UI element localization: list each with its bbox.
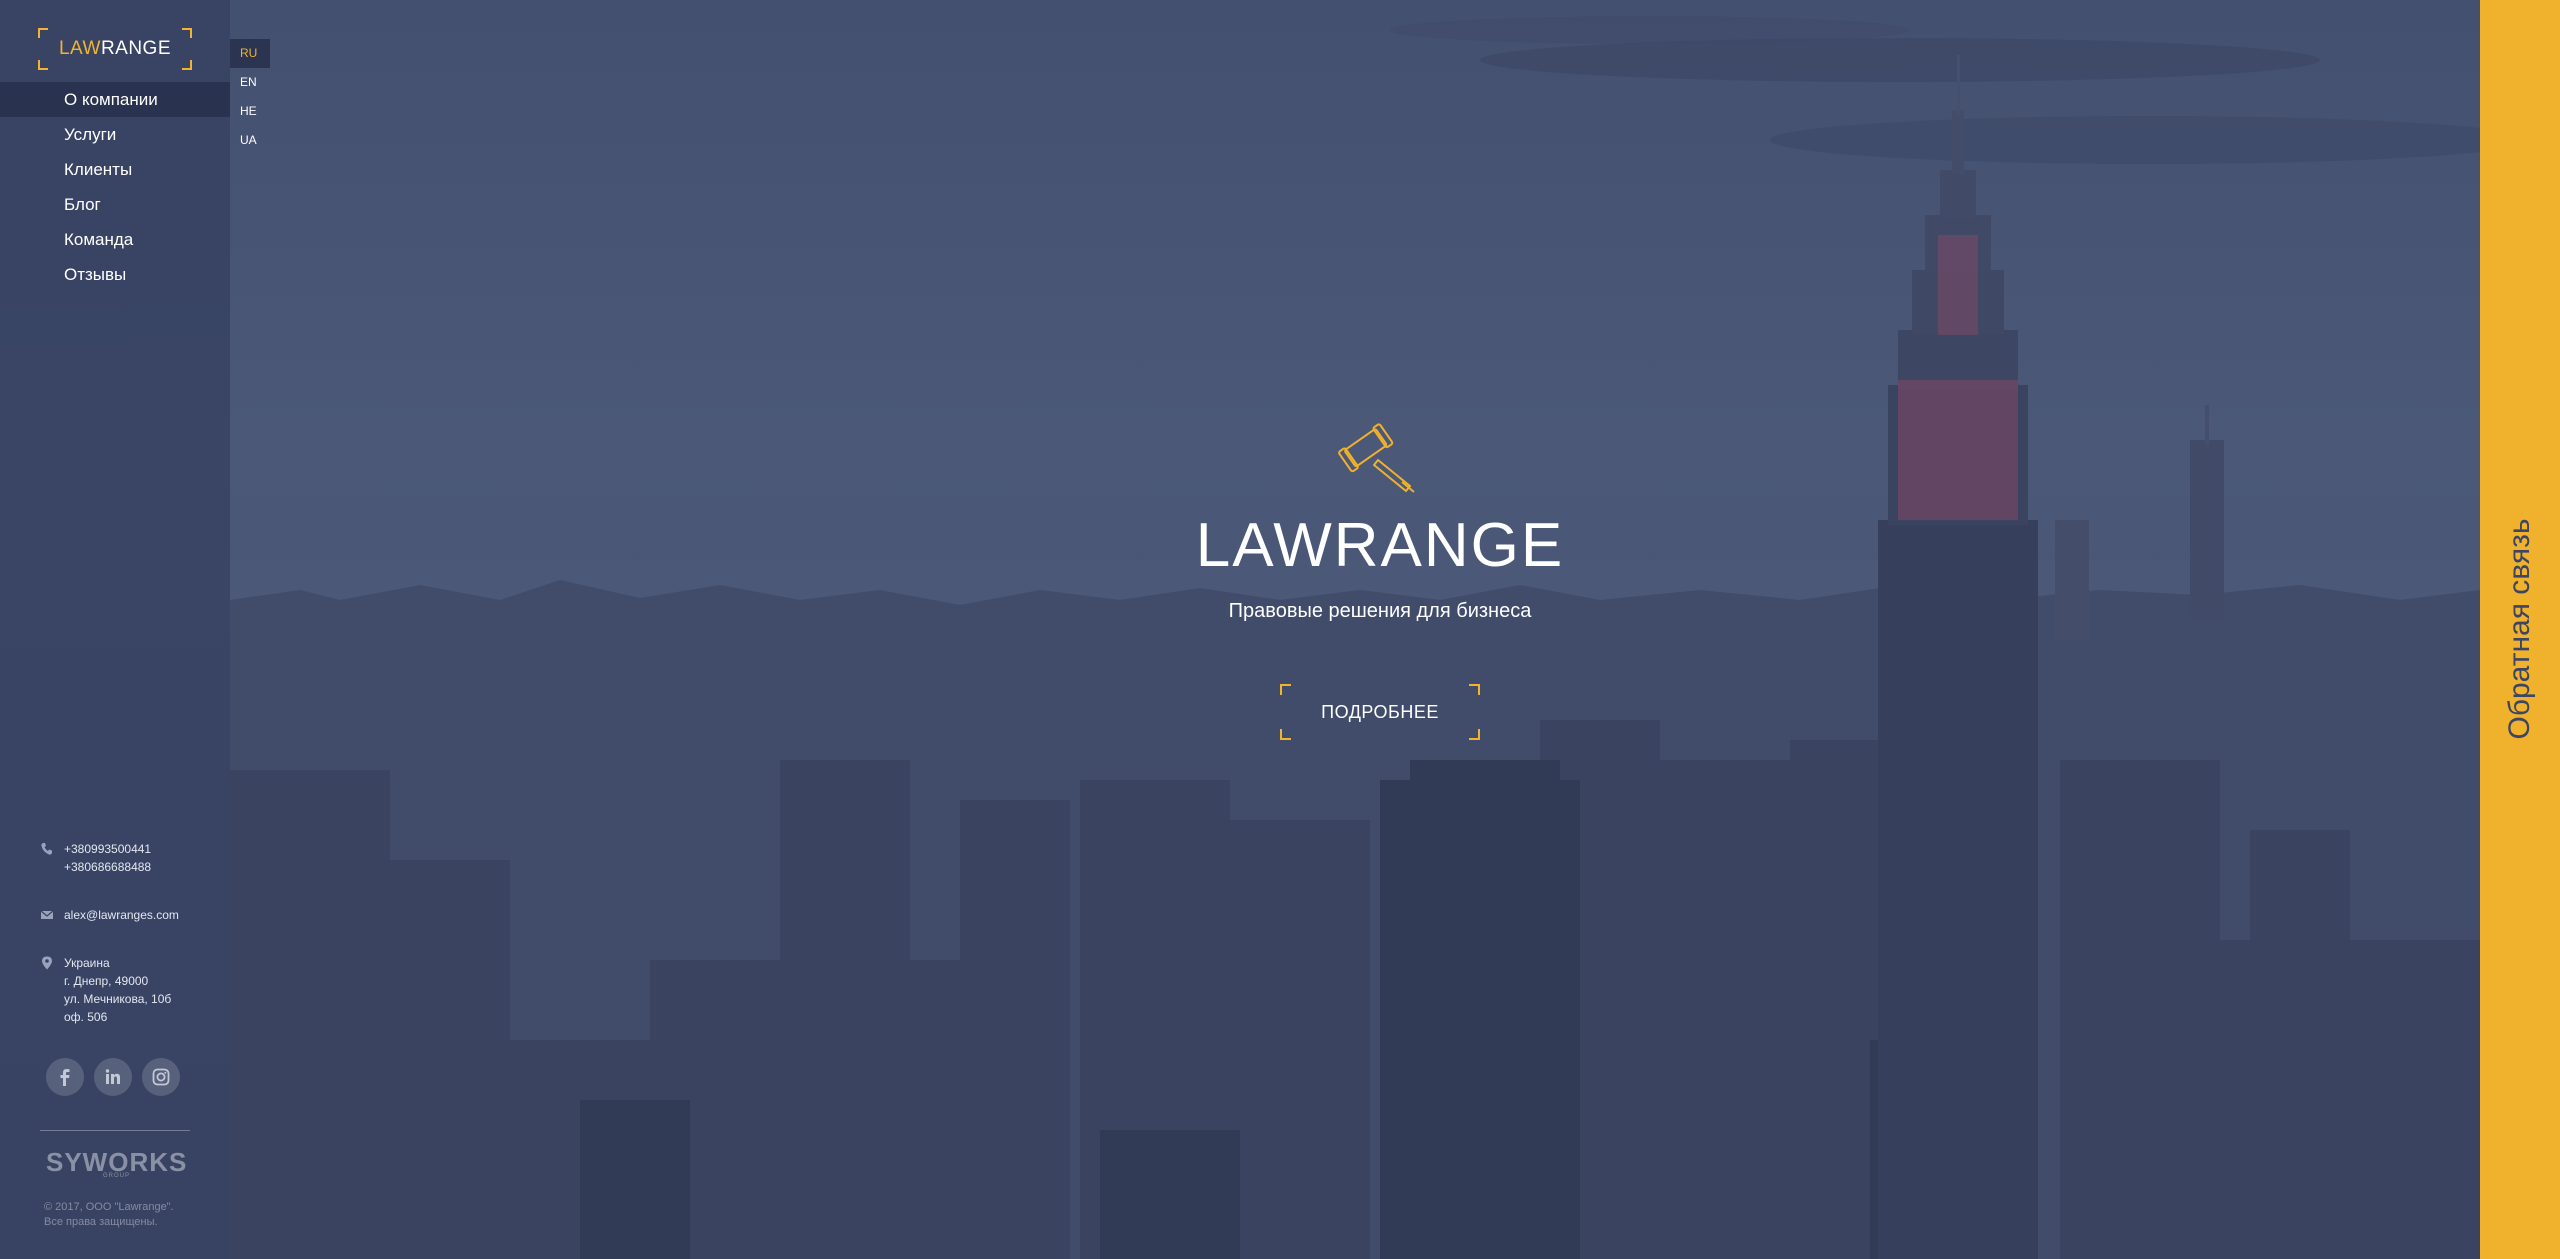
instagram-icon (152, 1068, 170, 1086)
copyright: © 2017, ООО "Lawrange". Все права защище… (44, 1200, 174, 1230)
hero-title: LAWRANGE (1195, 511, 1565, 580)
logo[interactable]: LAWRANGE (38, 28, 192, 70)
logo-text-range: RANGE (100, 38, 172, 59)
footer-divider (40, 1130, 190, 1131)
instagram-button[interactable] (142, 1058, 180, 1096)
logo-text: LAWRANGE (59, 38, 171, 60)
hero-subtitle: Правовые решения для бизнеса (1228, 600, 1532, 622)
nav-item-services[interactable]: Услуги (0, 117, 230, 152)
phone-number[interactable]: +380993500441 (64, 840, 151, 858)
nav-item-reviews[interactable]: Отзывы (0, 257, 230, 292)
logo-corner (182, 60, 192, 70)
logo-corner (38, 28, 48, 38)
email-link[interactable]: alex@lawranges.com (64, 906, 179, 924)
main-nav: О компании Услуги Клиенты Блог Команда О… (0, 82, 230, 292)
nav-item-clients[interactable]: Клиенты (0, 152, 230, 187)
logo-corner (182, 28, 192, 38)
address-line: оф. 506 (64, 1010, 108, 1024)
button-corner (1469, 684, 1480, 695)
phone-number[interactable]: +380686688488 (64, 858, 151, 876)
more-button-label: ПОДРОБНЕЕ (1321, 701, 1439, 722)
linkedin-button[interactable] (94, 1058, 132, 1096)
address-line: Украина (64, 956, 110, 970)
social-links (46, 1058, 180, 1096)
address-line: г. Днепр, 49000 (64, 974, 149, 988)
nav-item-about[interactable]: О компании (0, 82, 230, 117)
sidebar: LAWRANGE О компании Услуги Клиенты Блог … (0, 0, 230, 1259)
lang-he[interactable]: HE (230, 97, 270, 126)
feedback-tab[interactable]: Обратная связь (2480, 0, 2560, 1259)
button-corner (1469, 729, 1480, 740)
address-line: ул. Мечникова, 10б (64, 992, 172, 1006)
facebook-icon (60, 1069, 70, 1086)
lang-ua[interactable]: UA (230, 126, 270, 155)
feedback-label: Обратная связь (2503, 518, 2536, 740)
lang-en[interactable]: EN (230, 68, 270, 97)
language-switcher: RU EN HE UA (230, 39, 270, 155)
copyright-line: Все права защищены. (44, 1216, 158, 1228)
gavel-icon (1338, 423, 1415, 493)
linkedin-icon (105, 1069, 120, 1084)
mail-icon (40, 910, 54, 919)
location-pin-icon (42, 956, 52, 970)
nav-item-blog[interactable]: Блог (0, 187, 230, 222)
facebook-button[interactable] (46, 1058, 84, 1096)
more-button[interactable]: ПОДРОБНЕЕ (1280, 684, 1480, 740)
nav-item-team[interactable]: Команда (0, 222, 230, 257)
background-cityscape (0, 0, 2560, 1259)
copyright-line: © 2017, ООО "Lawrange". (44, 1201, 174, 1213)
button-corner (1280, 684, 1291, 695)
developer-logo-sub: GROUP (103, 1173, 131, 1179)
phone-icon (41, 843, 52, 855)
cityscape-illustration (230, 16, 2530, 1259)
logo-corner (38, 60, 48, 70)
lang-ru[interactable]: RU (230, 39, 270, 68)
button-corner (1280, 729, 1291, 740)
logo-text-law: LAW (58, 38, 101, 59)
